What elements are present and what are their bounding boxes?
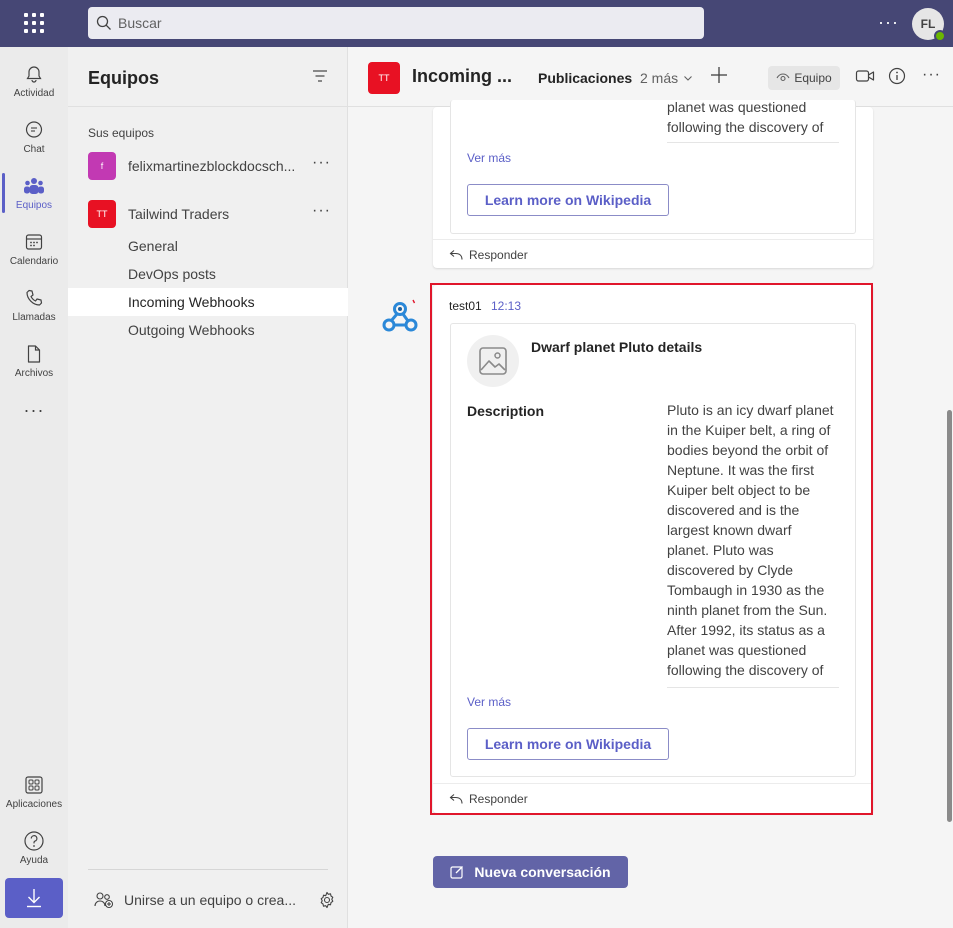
tab-more-label: 2 más — [640, 70, 679, 86]
scrollbar[interactable] — [947, 410, 952, 822]
teams-title: Equipos — [88, 68, 159, 88]
rail-label: Ayuda — [19, 855, 49, 866]
highlight-box — [430, 283, 873, 815]
teams-icon — [23, 175, 45, 197]
webhook-bot-avatar-icon — [380, 296, 420, 336]
rail-label: Equipos — [15, 200, 53, 211]
new-conversation-label: Nueva conversación — [474, 864, 611, 880]
download-icon — [27, 889, 41, 908]
info-icon[interactable] — [888, 67, 906, 90]
team-badge: TT — [88, 200, 116, 228]
channel-devops-posts[interactable]: DevOps posts — [68, 260, 348, 288]
eye-icon — [776, 73, 790, 82]
rail-item-chat[interactable]: Chat — [0, 109, 68, 165]
app-rail: Actividad Chat Equipos Calendario Llamad… — [0, 47, 68, 928]
team-chip-label: Equipo — [794, 71, 832, 85]
text-line: following the discovery of — [667, 119, 824, 135]
tab-more-dropdown[interactable]: 2 más — [640, 70, 694, 86]
rail-item-archivos[interactable]: Archivos — [0, 333, 68, 389]
bell-icon — [23, 63, 45, 85]
rail-label: Llamadas — [12, 312, 56, 323]
rail-label: Chat — [23, 144, 45, 155]
search-icon — [96, 15, 111, 30]
rail-item-calendario[interactable]: Calendario — [0, 221, 68, 277]
team-more-button[interactable]: ··· — [312, 202, 331, 220]
avatar[interactable]: FL — [912, 8, 946, 42]
section-label-sus-equipos: Sus equipos — [88, 126, 155, 140]
search-input[interactable]: Buscar — [88, 7, 704, 39]
text-line: planet was questioned — [667, 99, 807, 115]
more-apps-button[interactable]: ··· — [0, 400, 68, 421]
app-launcher-icon[interactable] — [22, 11, 46, 35]
chevron-down-icon — [684, 76, 693, 81]
channel-incoming-webhooks[interactable]: Incoming Webhooks — [68, 288, 348, 316]
avatar-initials: FL — [920, 17, 936, 31]
channel-header: TT Incoming ... Publicaciones 2 más Equi… — [348, 47, 953, 107]
learn-more-button[interactable]: Learn more on Wikipedia — [467, 184, 669, 216]
rail-label: Aplicaciones — [5, 799, 63, 810]
download-button[interactable] — [5, 878, 63, 918]
team-badge: f — [88, 152, 116, 180]
presence-available-icon — [934, 30, 946, 42]
join-or-create-team-button[interactable]: Unirse a un equipo o crea... — [94, 890, 344, 910]
compose-icon — [450, 866, 464, 879]
top-more-button[interactable]: ··· — [878, 12, 899, 33]
add-people-icon — [94, 892, 114, 909]
team-visibility-chip[interactable]: Equipo — [768, 66, 840, 90]
rail-item-aplicaciones[interactable]: Aplicaciones — [0, 764, 68, 820]
previous-description-text: planet was questioned following the disc… — [667, 97, 837, 142]
help-icon — [23, 830, 45, 852]
video-call-icon[interactable] — [855, 68, 875, 89]
new-conversation-button[interactable]: Nueva conversación — [433, 856, 628, 888]
tab-publicaciones[interactable]: Publicaciones — [538, 70, 632, 86]
team-name: felixmartinezblockdocsch... — [128, 158, 296, 174]
team-name: Tailwind Traders — [128, 206, 230, 222]
apps-icon — [23, 774, 45, 796]
team-item-tailwind[interactable]: TT Tailwind Traders ··· — [88, 200, 338, 228]
team-item-felix[interactable]: f felixmartinezblockdocsch... ··· — [88, 152, 338, 180]
team-more-button[interactable]: ··· — [312, 154, 331, 172]
rail-item-llamadas[interactable]: Llamadas — [0, 277, 68, 333]
channel-title: Incoming ... — [412, 66, 513, 86]
channel-general[interactable]: General — [68, 232, 348, 260]
rail-item-ayuda[interactable]: Ayuda — [0, 820, 68, 876]
calendar-icon — [23, 231, 45, 253]
rail-label: Archivos — [14, 368, 54, 379]
add-tab-icon[interactable] — [710, 63, 728, 91]
reply-label: Responder — [469, 247, 528, 262]
rail-item-equipos[interactable]: Equipos — [0, 165, 68, 221]
rail-label: Calendario — [9, 256, 59, 267]
teams-panel: Equipos Sus equipos f felixmartinezblock… — [68, 47, 348, 928]
search-placeholder: Buscar — [118, 15, 162, 31]
filter-icon[interactable] — [312, 69, 328, 88]
rail-item-actividad[interactable]: Actividad — [0, 53, 68, 109]
header-more-button[interactable]: ··· — [922, 66, 941, 84]
chat-icon — [23, 119, 45, 141]
join-label: Unirse a un equipo o crea... — [124, 892, 296, 908]
channel-team-badge: TT — [368, 62, 400, 94]
reply-button[interactable]: Responder — [433, 239, 873, 269]
top-bar: Buscar ··· FL — [0, 0, 953, 47]
phone-icon — [23, 287, 45, 309]
ver-mas-link[interactable]: Ver más — [467, 151, 511, 165]
divider — [667, 142, 839, 143]
gear-icon[interactable] — [318, 891, 336, 912]
reply-icon — [449, 249, 463, 260]
channel-outgoing-webhooks[interactable]: Outgoing Webhooks — [68, 316, 348, 344]
rail-label: Actividad — [13, 88, 55, 99]
divider — [88, 869, 328, 870]
divider — [68, 106, 348, 107]
file-icon — [23, 343, 45, 365]
